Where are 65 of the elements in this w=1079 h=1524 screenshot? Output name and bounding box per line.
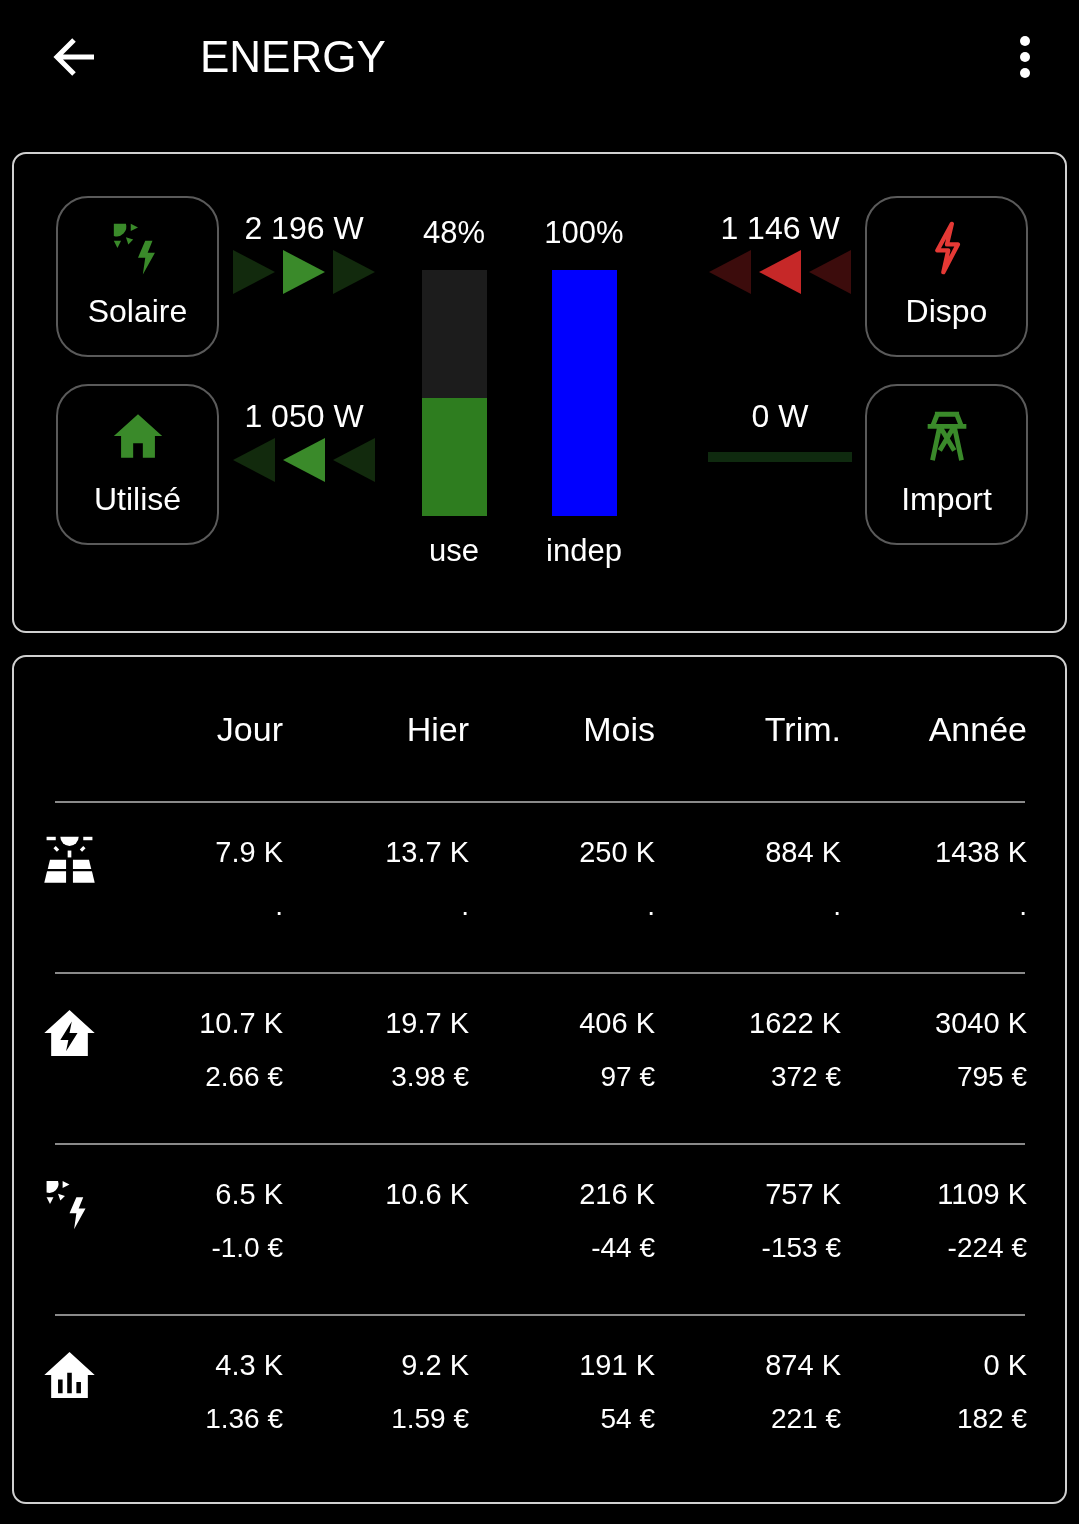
- energy-tile[interactable]: Solaire: [56, 196, 219, 357]
- energy-value: 10.7 K: [199, 1006, 283, 1041]
- cost-value: 2.66 €: [205, 1060, 283, 1094]
- column-header: Mois: [582, 709, 655, 750]
- cost-value: -44 €: [591, 1231, 655, 1265]
- cost-value: .: [1019, 889, 1027, 923]
- energy-value: 1109 K: [937, 1177, 1027, 1212]
- cost-value: 221 €: [770, 1402, 841, 1436]
- energy-value: 9.2 K: [401, 1348, 469, 1383]
- power-value: 1 050 W: [244, 397, 364, 436]
- cost-value: .: [275, 889, 283, 923]
- column-header: Hier: [405, 709, 469, 750]
- cost-value: -153 €: [761, 1231, 841, 1265]
- energy-value: 884 K: [765, 835, 841, 870]
- energy-value: 757 K: [765, 1177, 841, 1212]
- column-header: Année: [927, 709, 1027, 750]
- energy-value: 6.5 K: [215, 1177, 283, 1212]
- energy-value: 3040 K: [935, 1006, 1027, 1041]
- cost-value: 54 €: [600, 1402, 655, 1436]
- energy-value: 874 K: [765, 1348, 841, 1383]
- cost-value: .: [461, 889, 469, 923]
- back-arrow-icon: [52, 37, 96, 77]
- cost-value: 1.59 €: [391, 1402, 469, 1436]
- cost-value: 795 €: [956, 1060, 1027, 1094]
- energy-value: 13.7 K: [385, 835, 469, 870]
- percent-value: 100%: [544, 214, 624, 252]
- energy-value: 1438 K: [935, 835, 1027, 870]
- power-value: 2 196 W: [244, 209, 364, 248]
- energy-value: 406 K: [579, 1006, 655, 1041]
- more-icon: [1019, 35, 1031, 79]
- arrow-icon: [333, 250, 375, 294]
- cost-value: .: [647, 889, 655, 923]
- energy-value: 7.9 K: [215, 835, 283, 870]
- cost-value: -1.0 €: [211, 1231, 283, 1265]
- arrow-icon: [709, 250, 751, 294]
- cost-value: 97 €: [600, 1060, 655, 1094]
- arrow-icon: [333, 438, 375, 482]
- power-value: 1 146 W: [720, 209, 840, 248]
- energy-value: 19.7 K: [385, 1006, 469, 1041]
- energy-tile[interactable]: Utilisé: [56, 384, 219, 545]
- cost-value: 372 €: [770, 1060, 841, 1094]
- cost-value: -224 €: [947, 1231, 1027, 1265]
- cost-value: .: [833, 889, 841, 923]
- cost-value: 182 €: [956, 1402, 1027, 1436]
- energy-value: 0 K: [983, 1348, 1027, 1383]
- cost-value: 3.98 €: [391, 1060, 469, 1094]
- energy-tile[interactable]: Import: [865, 384, 1028, 545]
- energy-value: 4.3 K: [215, 1348, 283, 1383]
- energy-value: 191 K: [579, 1348, 655, 1383]
- page-title: ENERGY: [200, 31, 386, 83]
- arrow-icon: [809, 250, 851, 294]
- column-header: Jour: [215, 709, 283, 750]
- energy-value: 1622 K: [749, 1006, 841, 1041]
- percent-value: 48%: [422, 214, 485, 252]
- energy-tile[interactable]: Dispo: [865, 196, 1028, 357]
- bar-label: indep: [546, 532, 622, 570]
- column-header: Trim.: [763, 709, 841, 750]
- energy-value: 216 K: [579, 1177, 655, 1212]
- energy-value: 10.6 K: [385, 1177, 469, 1212]
- arrow-icon: [233, 250, 275, 294]
- arrow-icon: [233, 438, 275, 482]
- energy-value: 250 K: [579, 835, 655, 870]
- bar-label: use: [429, 532, 479, 570]
- power-value: 0 W: [751, 397, 809, 436]
- cost-value: 1.36 €: [205, 1402, 283, 1436]
